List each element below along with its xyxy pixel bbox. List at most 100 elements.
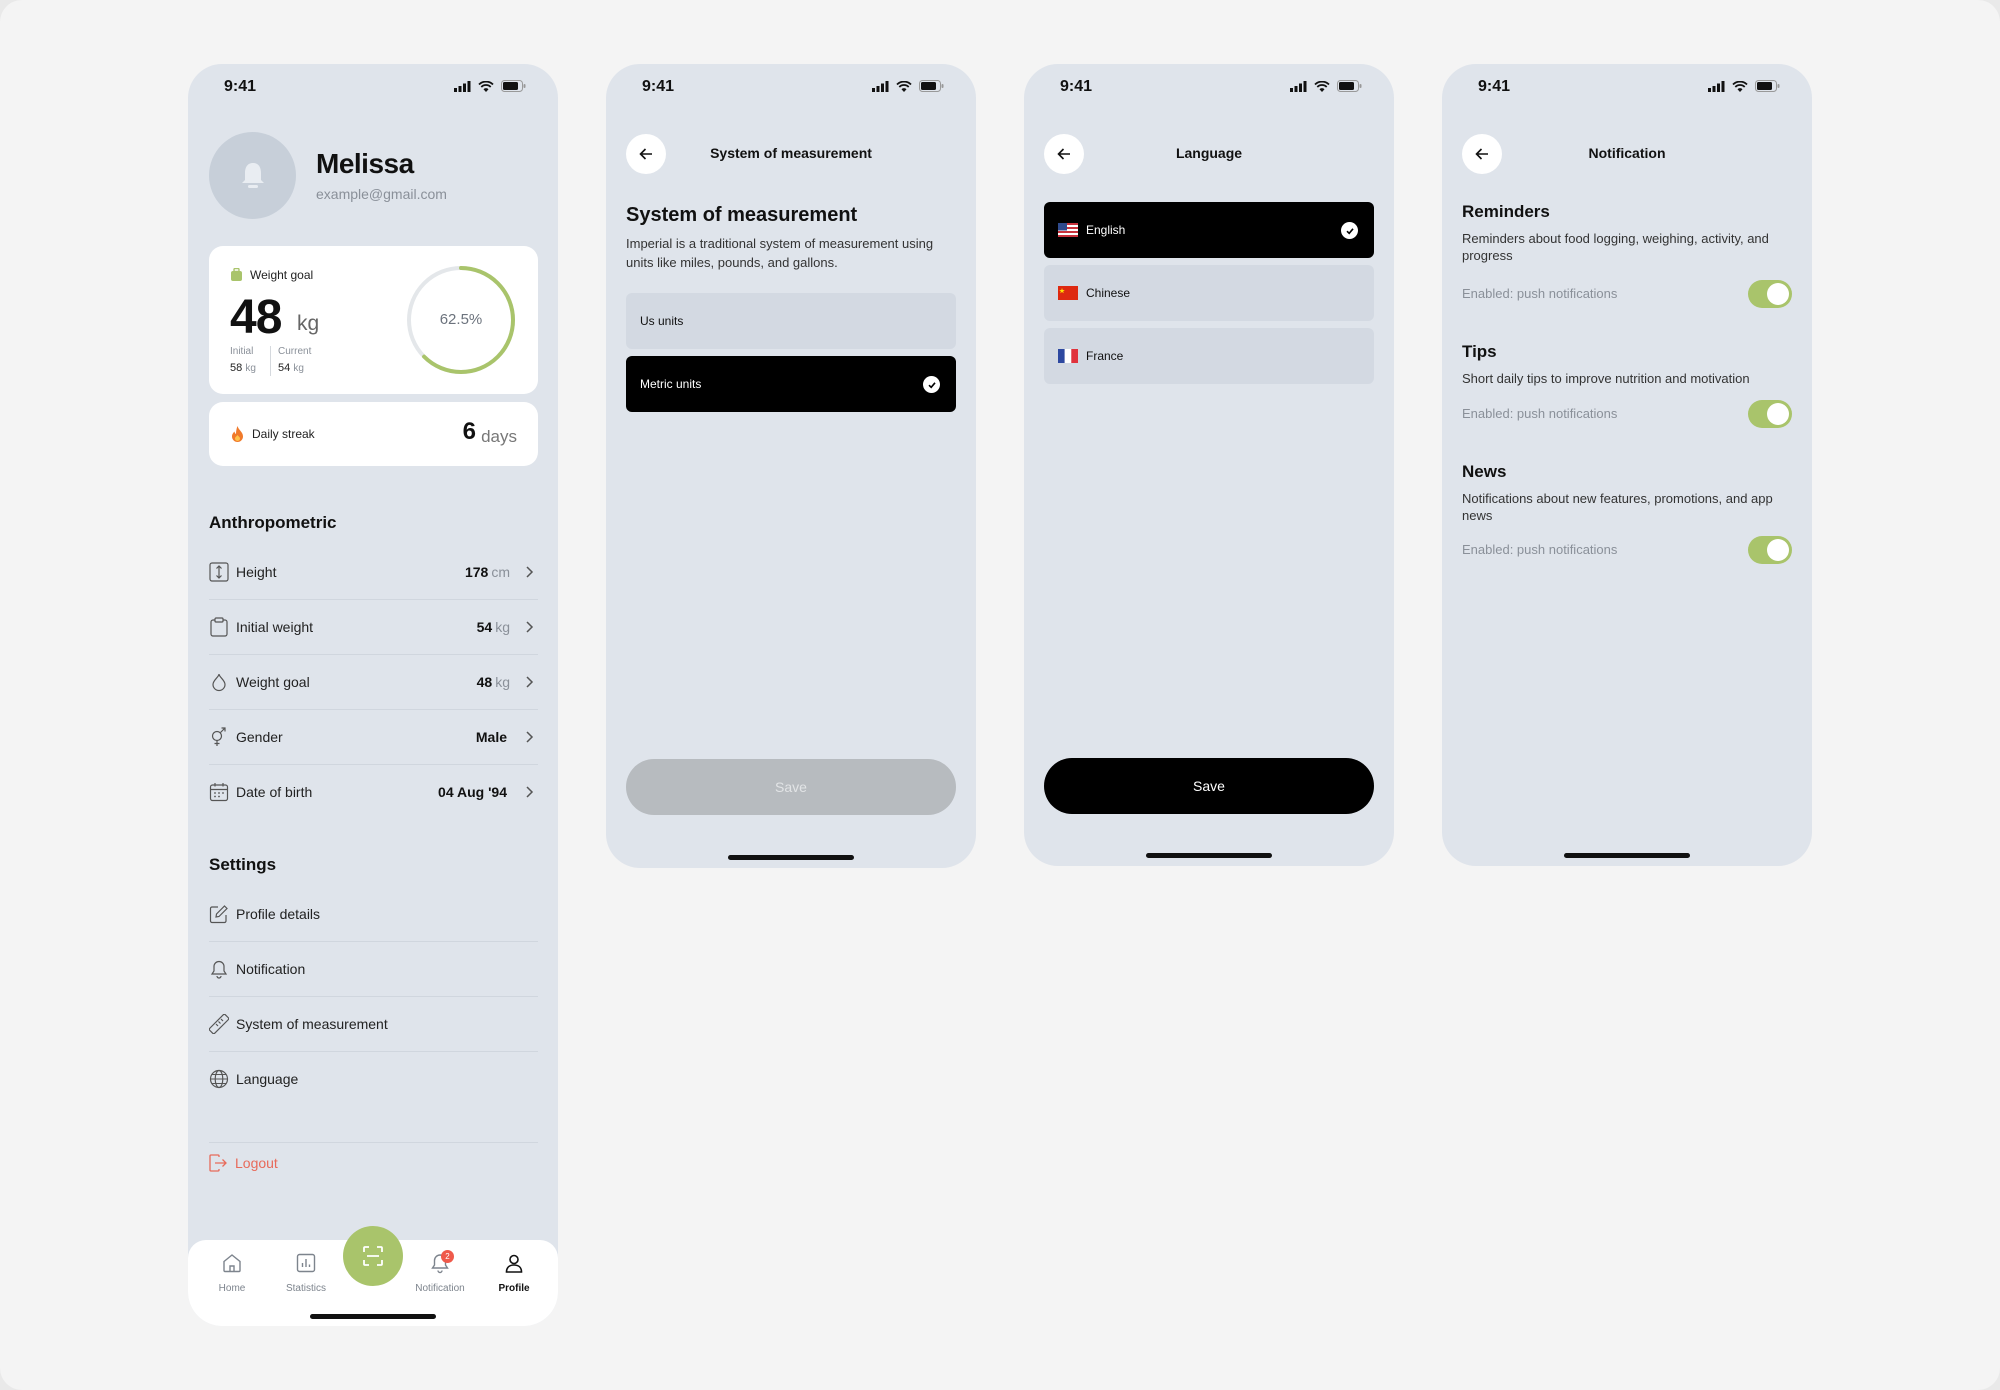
progress-ring: 62.5% — [405, 264, 517, 376]
stat-divider — [270, 346, 271, 376]
toggle-knob — [1767, 539, 1789, 561]
weight-goal-card[interactable]: Weight goal 48 kg Initial 58 kg Current … — [209, 246, 538, 394]
screen-title: Notification — [1588, 145, 1666, 161]
row-date-of-birth[interactable]: Date of birth 04 Aug '94 — [209, 765, 538, 820]
gender-icon — [211, 727, 226, 746]
row-unit: kg — [495, 619, 510, 635]
tab-profile[interactable]: Profile — [484, 1252, 544, 1294]
check-icon — [1341, 222, 1358, 239]
tips-toggle[interactable] — [1748, 400, 1792, 428]
row-value: 48 kg — [477, 674, 510, 690]
row-unit: kg — [495, 674, 510, 690]
tab-home[interactable]: Home — [202, 1252, 262, 1294]
row-initial-weight[interactable]: Initial weight 54 kg — [209, 600, 538, 655]
weight-goal-unit: kg — [297, 312, 320, 335]
tips-status: Enabled: push notifications — [1462, 406, 1618, 421]
signal-icon — [1708, 80, 1725, 92]
status-icons — [1290, 80, 1362, 92]
option-label: English — [1086, 223, 1126, 237]
chevron-right-icon — [526, 566, 534, 578]
signal-icon — [1290, 80, 1307, 92]
notification-badge: 2 — [441, 1250, 454, 1263]
row-value: 178 cm — [465, 564, 510, 580]
chevron-right-icon — [526, 621, 534, 633]
settings-label: System of measurement — [236, 1016, 388, 1032]
option-france[interactable]: France — [1044, 328, 1374, 384]
home-indicator — [1146, 853, 1272, 858]
wifi-icon — [1314, 80, 1330, 92]
divider — [209, 1142, 538, 1143]
row-label: Weight goal — [236, 674, 310, 690]
save-button[interactable]: Save — [626, 759, 956, 815]
row-number: 48 — [476, 674, 493, 690]
toggle-knob — [1767, 283, 1789, 305]
logout-icon — [209, 1154, 227, 1172]
row-height[interactable]: Height 178 cm — [209, 545, 538, 600]
avatar[interactable] — [209, 132, 296, 219]
option-label: France — [1086, 349, 1124, 363]
option-us-units[interactable]: Us units — [626, 293, 956, 349]
height-icon — [209, 562, 229, 582]
save-button[interactable]: Save — [1044, 758, 1374, 814]
tab-statistics[interactable]: Statistics — [276, 1252, 336, 1294]
option-chinese[interactable]: Chinese — [1044, 265, 1374, 321]
tab-notification[interactable]: 2 Notification — [410, 1250, 470, 1294]
row-weight-goal[interactable]: Weight goal 48 kg — [209, 655, 538, 710]
home-indicator — [310, 1314, 436, 1319]
screen-title: System of measurement — [710, 145, 872, 161]
user-email: example@gmail.com — [316, 186, 447, 202]
scan-button[interactable] — [343, 1226, 403, 1286]
battery-icon — [501, 80, 526, 92]
battery-icon — [1337, 80, 1362, 92]
row-number: 178 — [464, 564, 489, 580]
settings-item-notification[interactable]: Notification — [209, 942, 538, 997]
current-value: 54 kg — [278, 362, 304, 374]
canvas: 9:41 Melissa example@gmail.com Weight go… — [0, 0, 2000, 1390]
wifi-icon — [896, 80, 912, 92]
initial-number: 58 — [230, 362, 243, 374]
notification-screen: 9:41 Notification Reminders Reminders ab… — [1442, 64, 1812, 866]
scan-icon — [363, 1246, 383, 1266]
globe-icon — [209, 1069, 229, 1089]
chart-icon — [296, 1253, 316, 1273]
status-time: 9:41 — [224, 78, 257, 95]
status-bar: 9:41 — [1024, 64, 1394, 108]
option-english[interactable]: English — [1044, 202, 1374, 258]
profile-screen: 9:41 Melissa example@gmail.com Weight go… — [188, 64, 558, 1326]
section-description: Imperial is a traditional system of meas… — [626, 236, 934, 270]
news-toggle[interactable] — [1748, 536, 1792, 564]
status-bar: 9:41 — [1442, 64, 1812, 108]
row-gender[interactable]: Gender Male — [209, 710, 538, 765]
weight-bag-icon — [231, 268, 242, 281]
settings-label: Notification — [236, 961, 306, 977]
logout-button[interactable]: Logout — [209, 1154, 278, 1172]
news-title: News — [1462, 462, 1507, 481]
settings-item-measurement[interactable]: System of measurement — [209, 997, 538, 1052]
row-value: 04 Aug '94 — [438, 784, 510, 800]
initial-value: 58 kg — [230, 362, 256, 374]
reminders-description: Reminders about food logging, weighing, … — [1462, 231, 1769, 263]
chevron-right-icon — [526, 786, 534, 798]
progress-text: 62.5% — [439, 311, 483, 328]
row-label: Initial weight — [236, 619, 314, 635]
settings-item-language[interactable]: Language — [209, 1052, 538, 1107]
edit-icon — [209, 905, 228, 924]
option-metric-units[interactable]: Metric units — [626, 356, 956, 412]
daily-streak-card[interactable]: Daily streak 6 days — [209, 402, 538, 466]
option-label: Metric units — [640, 377, 702, 391]
settings-item-profile-details[interactable]: Profile details — [209, 887, 538, 942]
current-number: 54 — [278, 362, 291, 374]
logout-label: Logout — [235, 1155, 278, 1171]
clipboard-icon — [210, 617, 228, 637]
chevron-right-icon — [526, 676, 534, 688]
drop-icon — [212, 673, 226, 692]
chevron-right-icon — [526, 731, 534, 743]
row-label: Gender — [236, 729, 283, 745]
check-icon — [923, 376, 940, 393]
initial-unit: kg — [245, 363, 256, 374]
reminders-toggle[interactable] — [1748, 280, 1792, 308]
signal-icon — [872, 80, 889, 92]
anthropometric-title: Anthropometric — [209, 513, 337, 532]
user-icon — [505, 1254, 523, 1273]
row-value: Male — [476, 729, 510, 745]
